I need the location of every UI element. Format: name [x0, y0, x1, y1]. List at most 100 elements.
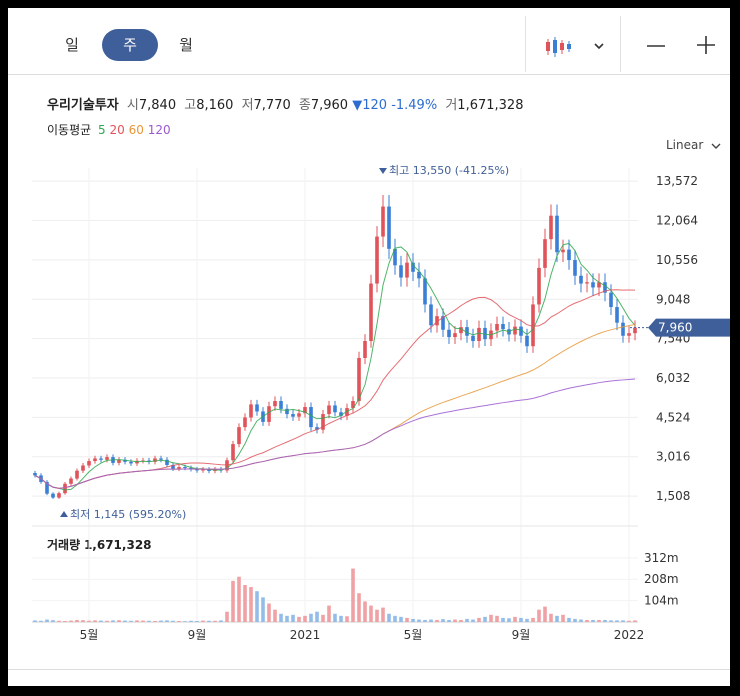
y-tick-label: 10,556 — [656, 253, 698, 267]
volume-bar — [603, 619, 607, 622]
candle-body — [567, 249, 571, 261]
candle-body — [249, 404, 253, 418]
candle-body — [99, 458, 103, 460]
min-marker-icon — [60, 511, 68, 517]
candle-body — [375, 236, 379, 284]
volume-bar — [357, 593, 361, 622]
max-marker-icon — [379, 168, 387, 174]
volume-bar — [459, 619, 463, 622]
volume-bar — [423, 619, 427, 622]
volume-bar — [123, 620, 127, 622]
candle-body — [81, 465, 85, 471]
candle-body — [237, 427, 241, 445]
candle-body — [273, 401, 277, 407]
volume-tick-label: 104m — [644, 594, 679, 608]
candle-body — [291, 414, 295, 417]
candle-body — [177, 467, 181, 469]
candle-body — [513, 326, 517, 335]
volume-bar — [609, 620, 613, 622]
volume-bar — [291, 614, 295, 622]
volume-bar — [303, 615, 307, 622]
volume-bar — [219, 620, 223, 622]
candle-body — [75, 470, 79, 479]
volume-bar — [225, 611, 229, 622]
min-annotation: 최저 1,145 (595.20%) — [70, 508, 186, 521]
candle-body — [69, 478, 73, 484]
volume-bar — [255, 591, 259, 622]
volume-bar — [333, 613, 337, 622]
candle-body — [555, 215, 559, 253]
volume-bar — [195, 620, 199, 622]
volume-bar — [87, 620, 91, 622]
candle-body — [285, 408, 289, 415]
candle-body — [33, 473, 37, 476]
candle-body — [357, 357, 361, 402]
candle-body — [525, 335, 529, 347]
volume-bar — [621, 620, 625, 622]
volume-bar — [531, 617, 535, 622]
volume-bar — [489, 614, 493, 622]
volume-bar — [591, 619, 595, 622]
volume-bar — [129, 620, 133, 622]
x-tick-label: 5월 — [404, 628, 423, 642]
y-tick-label: 4,524 — [656, 410, 690, 424]
volume-bar — [615, 620, 619, 622]
volume-tick-label: 208m — [644, 572, 679, 586]
chart-widget: 일 주 월 우리기술투자 시7,840 고8,160 저7,770 종7,960 — [8, 8, 730, 686]
candle-body — [243, 417, 247, 428]
candle-body — [573, 260, 577, 276]
candle-body — [429, 304, 433, 326]
price-chart[interactable]: 13,57212,06410,5569,0487,5406,0324,5243,… — [8, 8, 730, 686]
volume-bar — [549, 613, 553, 622]
candle-body — [297, 413, 301, 417]
volume-bar — [267, 603, 271, 622]
volume-bar — [117, 620, 121, 622]
volume-bar — [171, 620, 175, 622]
y-tick-label: 9,048 — [656, 292, 690, 306]
candle-body — [453, 333, 457, 338]
candle-body — [105, 457, 109, 460]
candle-body — [333, 405, 337, 413]
candle-body — [327, 405, 331, 415]
volume-bar — [177, 620, 181, 622]
volume-bar — [633, 620, 637, 622]
volume-bar — [501, 617, 505, 622]
volume-bar — [237, 576, 241, 622]
x-tick-label: 5월 — [80, 628, 99, 642]
volume-bar — [441, 619, 445, 622]
y-tick-label: 1,508 — [656, 489, 690, 503]
volume-bar — [411, 618, 415, 622]
volume-bar — [285, 615, 289, 622]
volume-bar — [537, 609, 541, 622]
volume-bar — [249, 587, 253, 622]
candle-body — [447, 329, 451, 338]
y-tick-label: 6,032 — [656, 371, 690, 385]
candle-body — [93, 458, 97, 462]
volume-bar — [405, 617, 409, 622]
volume-bar — [483, 616, 487, 622]
volume-bar — [579, 619, 583, 622]
volume-bar — [465, 618, 469, 622]
candle-body — [381, 206, 385, 237]
candle-body — [459, 327, 463, 334]
x-tick-label: 2022 — [614, 628, 645, 642]
volume-bar — [561, 614, 565, 622]
max-annotation: 최고 13,550 (-41.25%) — [389, 164, 509, 177]
candle-body — [423, 278, 427, 305]
candle-body — [387, 206, 391, 249]
volume-bar — [201, 620, 205, 622]
volume-bar — [273, 609, 277, 622]
volume-bar — [447, 619, 451, 622]
volume-tick-label: 312m — [644, 551, 679, 565]
moving-average-5-line — [34, 242, 636, 491]
volume-bar — [507, 618, 511, 622]
volume-bar — [375, 609, 379, 622]
candle-body — [561, 249, 565, 253]
candle-body — [627, 333, 631, 336]
volume-bar — [75, 619, 79, 622]
candle-body — [399, 265, 403, 278]
candle-body — [621, 322, 625, 336]
volume-bar — [183, 621, 187, 622]
y-tick-label: 3,016 — [656, 450, 690, 464]
candle-body — [159, 458, 163, 460]
